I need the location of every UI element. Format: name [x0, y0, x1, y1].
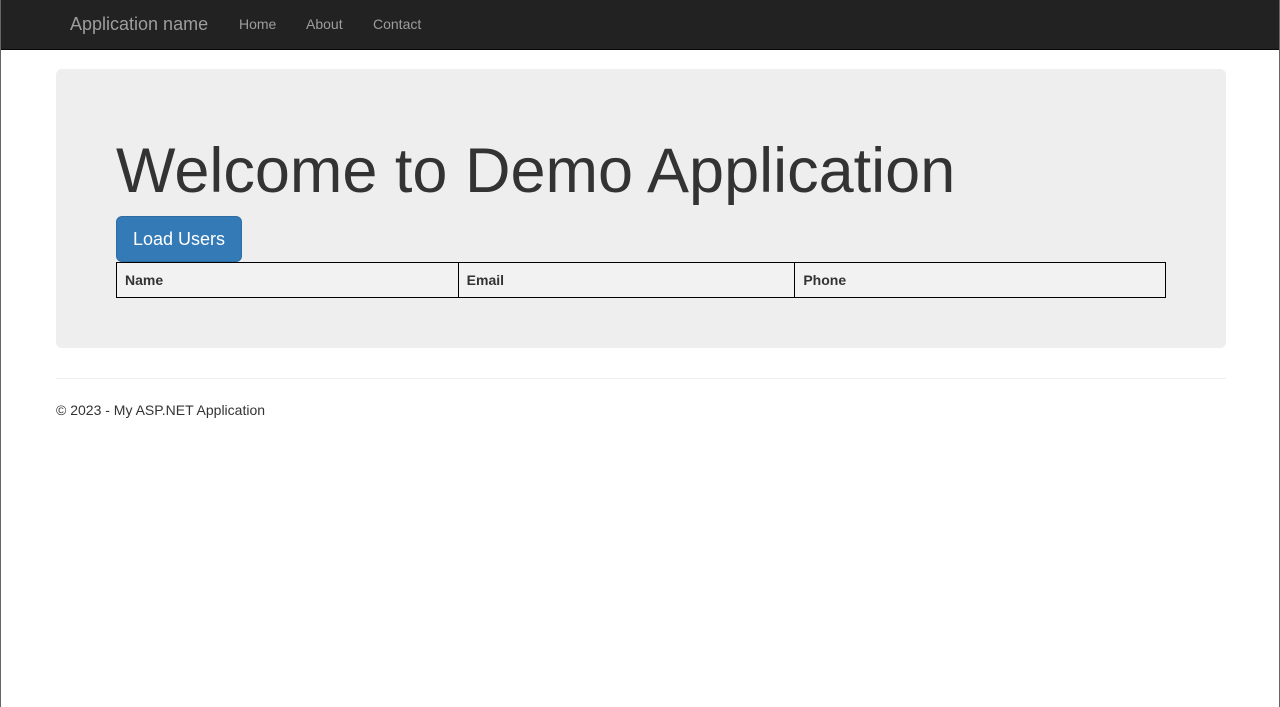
browser-page: Application name Home About Contact Welc…	[0, 0, 1280, 707]
footer-copyright: © 2023 - My ASP.NET Application	[56, 402, 266, 418]
nav-about-link[interactable]: About	[306, 16, 343, 32]
nav-contact-link[interactable]: Contact	[373, 16, 421, 32]
column-header-phone: Phone	[794, 262, 1166, 298]
users-table-header: Name Email Phone	[116, 262, 1166, 298]
load-users-button[interactable]: Load Users	[116, 216, 242, 262]
nav-home-link[interactable]: Home	[239, 16, 276, 32]
table-header-row: Name Email Phone	[116, 262, 1166, 298]
top-navbar: Application name Home About Contact	[1, 0, 1279, 50]
brand-link[interactable]: Application name	[70, 14, 208, 34]
users-table: Name Email Phone	[116, 262, 1166, 298]
column-header-name: Name	[116, 262, 459, 298]
jumbotron: Welcome to Demo Application Load Users N…	[56, 69, 1226, 348]
page-title: Welcome to Demo Application	[116, 136, 956, 206]
footer-divider	[56, 378, 1226, 379]
column-header-email: Email	[457, 262, 796, 298]
